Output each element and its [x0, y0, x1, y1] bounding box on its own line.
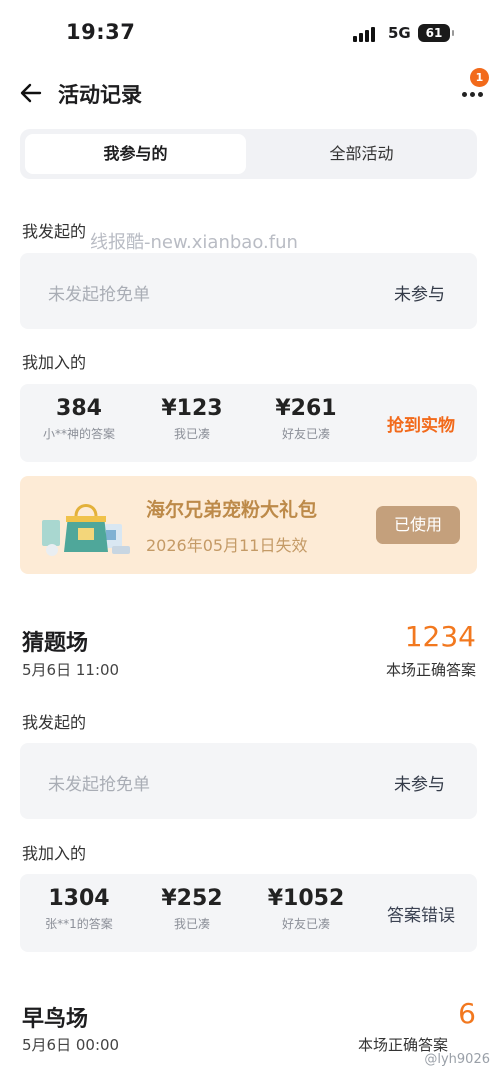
stat-caption: 好友已凑 — [281, 427, 330, 441]
correct-count: 1234 — [404, 620, 476, 653]
stat-caption: 我已凑 — [173, 427, 210, 441]
status-time: 19:37 — [66, 20, 136, 44]
launched-label: 我发起的 — [22, 713, 87, 732]
stat-caption: 小**神的答案 — [42, 427, 115, 441]
correct-count: 6 — [458, 997, 476, 1030]
more-icon[interactable] — [460, 92, 486, 98]
round-title: 猜题场 — [22, 631, 89, 656]
back-arrow-icon[interactable] — [18, 80, 44, 106]
tab-mine[interactable]: 我参与的 — [25, 134, 246, 174]
result-won: 抢到实物 — [387, 416, 455, 436]
stat-value: ¥123 — [161, 396, 223, 421]
network-type: 5G — [388, 24, 411, 42]
battery-icon: 61 — [418, 24, 454, 42]
stat-friend-amount: ¥261 好友已凑 — [251, 396, 361, 442]
watermark: 线报酷-new.xianbao.fun — [90, 232, 298, 253]
launched-status: 未参与 — [394, 775, 445, 795]
prize-name: 海尔兄弟宠粉大礼包 — [146, 499, 318, 521]
joined-card[interactable]: 384 小**神的答案 ¥123 我已凑 ¥261 好友已凑 抢到实物 — [20, 384, 477, 462]
footer-watermark: @lyh9026 — [424, 1052, 490, 1067]
status-bar: 19:37 5G 61 — [0, 0, 498, 66]
launched-status: 未参与 — [394, 285, 445, 305]
gift-bag-image — [42, 504, 130, 556]
launched-placeholder: 未发起抢免单 — [48, 285, 150, 305]
stat-answer: 1304 张**1的答案 — [24, 886, 134, 932]
tab-switcher: 我参与的 全部活动 — [20, 129, 477, 179]
round-title: 早鸟场 — [22, 1007, 89, 1032]
launched-card: 未发起抢免单 未参与 — [20, 253, 477, 329]
joined-card[interactable]: 1304 张**1的答案 ¥252 我已凑 ¥1052 好友已凑 答案错误 — [20, 874, 477, 952]
stat-friend-amount: ¥1052 好友已凑 — [251, 886, 361, 932]
signal-icon — [353, 26, 379, 42]
used-button[interactable]: 已使用 — [376, 506, 460, 544]
stat-value: 384 — [56, 396, 102, 421]
stat-value: ¥1052 — [267, 886, 345, 911]
round-time: 5月6日 11:00 — [22, 661, 120, 679]
launched-placeholder: 未发起抢免单 — [48, 775, 150, 795]
joined-label: 我加入的 — [22, 353, 87, 372]
notification-badge: 1 — [470, 68, 489, 87]
joined-label: 我加入的 — [22, 844, 87, 863]
correct-label: 本场正确答案 — [385, 661, 476, 679]
stat-my-amount: ¥252 我已凑 — [137, 886, 247, 932]
result-wrong: 答案错误 — [387, 906, 455, 926]
launched-card: 未发起抢免单 未参与 — [20, 743, 477, 819]
stat-value: ¥261 — [275, 396, 337, 421]
nav-bar: 活动记录 1 — [0, 66, 498, 122]
stat-my-amount: ¥123 我已凑 — [137, 396, 247, 442]
stat-caption: 好友已凑 — [281, 917, 330, 931]
stat-caption: 我已凑 — [173, 917, 210, 931]
tab-all[interactable]: 全部活动 — [251, 134, 472, 174]
stat-answer: 384 小**神的答案 — [24, 396, 134, 442]
page-title: 活动记录 — [58, 83, 142, 107]
prize-expire: 2026年05月11日失效 — [146, 536, 308, 555]
prize-card[interactable]: 海尔兄弟宠粉大礼包 2026年05月11日失效 已使用 — [20, 476, 477, 574]
stat-caption: 张**1的答案 — [45, 917, 113, 931]
round-time: 5月6日 00:00 — [22, 1036, 120, 1054]
stat-value: 1304 — [48, 886, 110, 911]
stat-value: ¥252 — [161, 886, 223, 911]
launched-label: 我发起的 — [22, 222, 87, 241]
